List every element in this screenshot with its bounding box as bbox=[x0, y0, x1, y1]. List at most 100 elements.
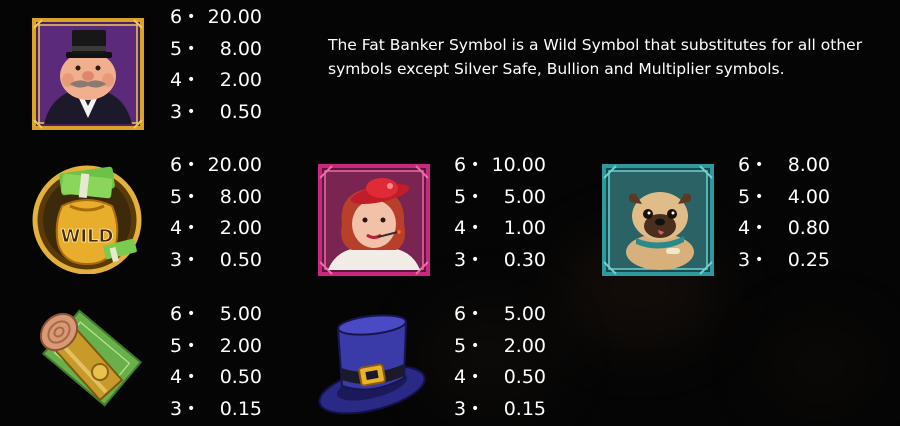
symbol-count: 6 bbox=[170, 6, 183, 28]
symbol-count: 5 bbox=[738, 185, 751, 208]
paytable: 6 • 8.00 5 • 4.00 4 • 0.80 3 • 0.25 bbox=[738, 150, 830, 277]
payout-row: 5 • 5.00 bbox=[454, 182, 546, 214]
payout-value: 2.00 bbox=[219, 69, 262, 92]
payout-row: 6 • 5.00 bbox=[170, 299, 262, 331]
symbol-count: 5 bbox=[170, 185, 183, 208]
symbol-count: 6 bbox=[454, 154, 467, 176]
symbol-count: 3 bbox=[454, 249, 467, 272]
symbol-count: 5 bbox=[454, 334, 467, 357]
payout-value: 20.00 bbox=[207, 6, 262, 28]
payout-value: 0.30 bbox=[503, 249, 546, 272]
symbol-count: 5 bbox=[170, 334, 183, 357]
fat-banker-icon bbox=[32, 18, 144, 130]
bullet-icon: • bbox=[471, 369, 480, 386]
bullet-icon: • bbox=[187, 9, 196, 25]
bullet-icon: • bbox=[187, 220, 196, 237]
payout-row: 3 • 0.25 bbox=[738, 245, 830, 277]
symbol-count: 5 bbox=[170, 37, 183, 60]
bullet-icon: • bbox=[471, 220, 480, 237]
bullet-icon: • bbox=[755, 220, 764, 237]
payout-value: 4.00 bbox=[787, 185, 830, 208]
pug-dog-icon bbox=[602, 164, 714, 276]
symbol-count: 4 bbox=[454, 366, 467, 389]
payout-row: 4 • 1.00 bbox=[454, 213, 546, 245]
payout-row: 5 • 4.00 bbox=[738, 182, 830, 214]
payout-value: 8.00 bbox=[787, 154, 830, 176]
background-glow bbox=[760, 320, 880, 410]
paytable: 6 • 5.00 5 • 2.00 4 • 0.50 3 • 0.15 bbox=[454, 299, 546, 426]
payout-value: 10.00 bbox=[491, 154, 546, 176]
payout-row: 6 • 20.00 bbox=[170, 2, 262, 34]
bullet-icon: • bbox=[187, 401, 196, 418]
bullet-icon: • bbox=[187, 40, 196, 57]
gold-coin-roll-icon bbox=[30, 308, 143, 416]
bullet-icon: • bbox=[471, 188, 480, 205]
paytable: 6 • 20.00 5 • 8.00 4 • 2.00 3 • 0.50 bbox=[170, 150, 262, 277]
bullet-icon: • bbox=[187, 306, 196, 322]
payout-row: 3 • 0.50 bbox=[170, 245, 262, 277]
payout-value: 0.50 bbox=[219, 366, 262, 389]
bullet-icon: • bbox=[755, 252, 764, 269]
payout-value: 0.15 bbox=[503, 398, 546, 421]
payout-row: 4 • 2.00 bbox=[170, 213, 262, 245]
symbol-count: 4 bbox=[454, 217, 467, 240]
payout-value: 2.00 bbox=[503, 334, 546, 357]
payout-value: 0.50 bbox=[503, 366, 546, 389]
payout-row: 5 • 2.00 bbox=[170, 331, 262, 363]
bullet-icon: • bbox=[187, 188, 196, 205]
payout-value: 8.00 bbox=[219, 37, 262, 60]
paytable: 6 • 10.00 5 • 5.00 4 • 1.00 3 • 0.30 bbox=[454, 150, 546, 277]
payout-row: 5 • 2.00 bbox=[454, 331, 546, 363]
bullet-icon: • bbox=[471, 157, 480, 173]
payout-value: 0.80 bbox=[787, 217, 830, 240]
symbol-count: 4 bbox=[170, 217, 183, 240]
symbol-count: 3 bbox=[170, 249, 183, 272]
payout-value: 0.50 bbox=[219, 101, 262, 124]
payout-value: 5.00 bbox=[503, 185, 546, 208]
bullet-icon: • bbox=[187, 72, 196, 89]
payout-row: 3 • 0.15 bbox=[170, 394, 262, 426]
payout-row: 6 • 10.00 bbox=[454, 150, 546, 182]
payout-row: 4 • 0.80 bbox=[738, 213, 830, 245]
bullet-icon: • bbox=[187, 252, 196, 269]
symbol-count: 6 bbox=[454, 303, 467, 325]
lady-red-hat-icon bbox=[318, 164, 430, 276]
symbol-count: 3 bbox=[454, 398, 467, 421]
symbol-count: 4 bbox=[170, 69, 183, 92]
bullet-icon: • bbox=[471, 401, 480, 418]
bullet-icon: • bbox=[187, 104, 196, 121]
symbol-count: 6 bbox=[738, 154, 751, 176]
wild-symbol-description: The Fat Banker Symbol is a Wild Symbol t… bbox=[328, 36, 863, 78]
symbol-count: 3 bbox=[170, 398, 183, 421]
payout-row: 4 • 0.50 bbox=[170, 362, 262, 394]
bullet-icon: • bbox=[187, 157, 196, 173]
payout-value: 5.00 bbox=[503, 303, 546, 325]
payout-row: 6 • 8.00 bbox=[738, 150, 830, 182]
paytable: 6 • 5.00 5 • 2.00 4 • 0.50 3 • 0.15 bbox=[170, 299, 262, 426]
bullet-icon: • bbox=[755, 188, 764, 205]
payout-row: 3 • 0.30 bbox=[454, 245, 546, 277]
wild-label: WILD bbox=[61, 226, 114, 247]
payout-row: 4 • 2.00 bbox=[170, 65, 262, 97]
wild-money-bag-icon: WILD bbox=[30, 160, 144, 275]
payout-value: 1.00 bbox=[503, 217, 546, 240]
symbol-count: 4 bbox=[170, 366, 183, 389]
paytable: 6 • 20.00 5 • 8.00 4 • 2.00 3 • 0.50 bbox=[170, 2, 262, 129]
symbol-count: 6 bbox=[170, 303, 183, 325]
payout-row: 6 • 20.00 bbox=[170, 150, 262, 182]
payout-row: 6 • 5.00 bbox=[454, 299, 546, 331]
bullet-icon: • bbox=[471, 252, 480, 269]
payout-row: 5 • 8.00 bbox=[170, 182, 262, 214]
symbol-count: 5 bbox=[454, 185, 467, 208]
payout-value: 5.00 bbox=[219, 303, 262, 325]
symbol-count: 6 bbox=[170, 154, 183, 176]
payout-row: 3 • 0.15 bbox=[454, 394, 546, 426]
payout-row: 4 • 0.50 bbox=[454, 362, 546, 394]
payout-value: 0.15 bbox=[219, 398, 262, 421]
payout-row: 3 • 0.50 bbox=[170, 97, 262, 129]
payout-row: 5 • 8.00 bbox=[170, 34, 262, 66]
symbol-count: 3 bbox=[170, 101, 183, 124]
bullet-icon: • bbox=[755, 157, 764, 173]
symbol-count: 4 bbox=[738, 217, 751, 240]
bullet-icon: • bbox=[471, 337, 480, 354]
